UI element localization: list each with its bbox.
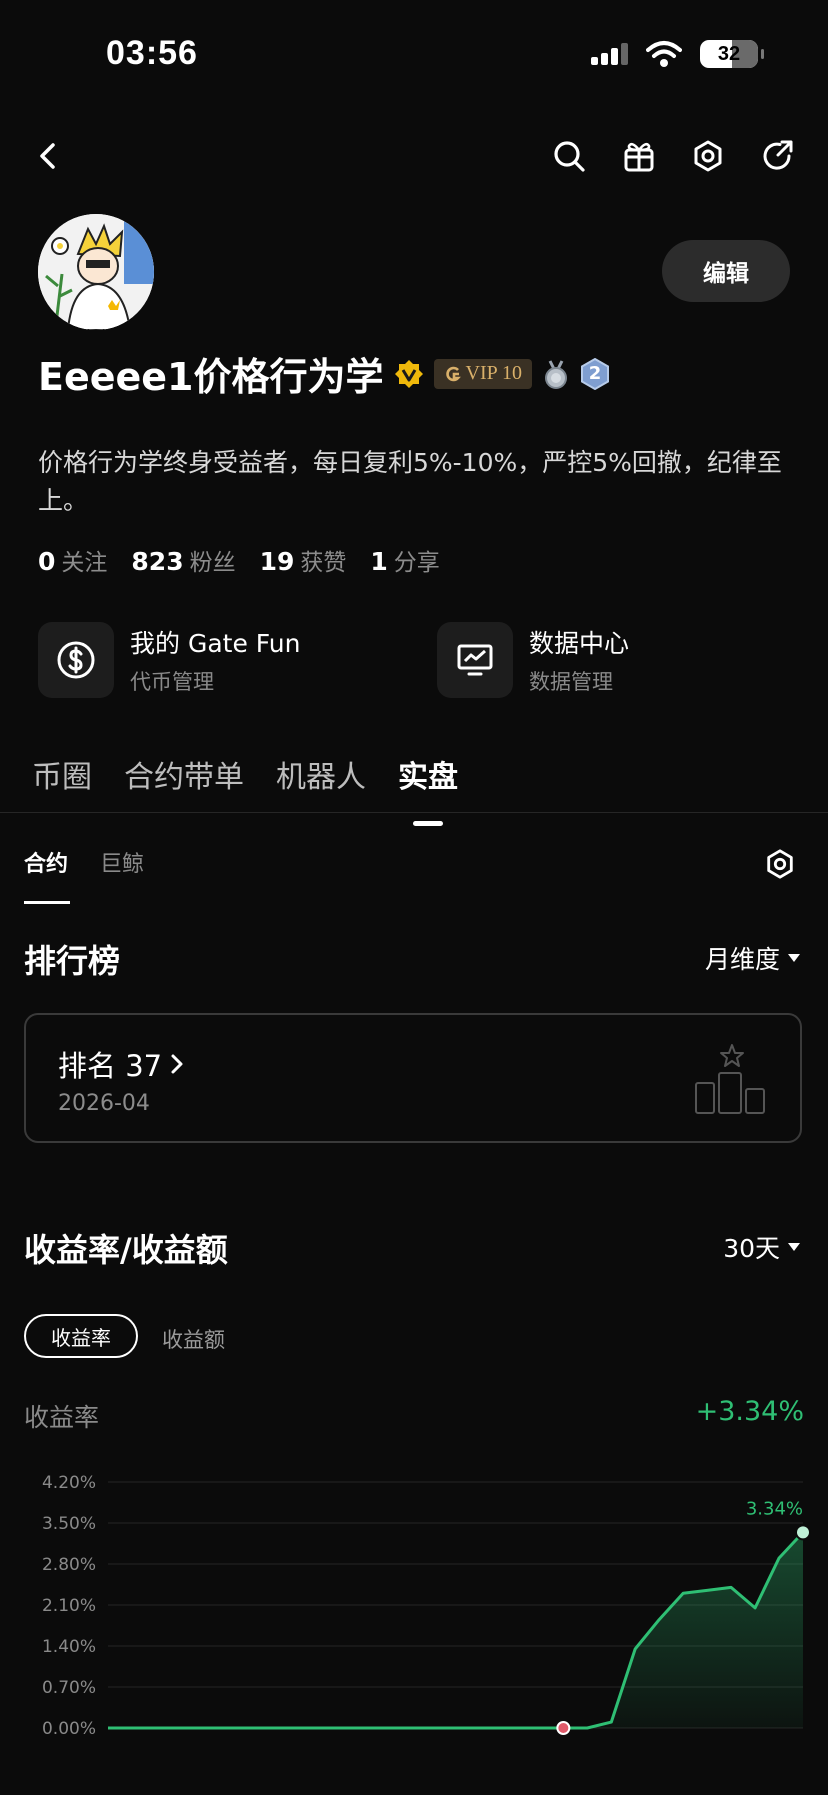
stat-shares[interactable]: 1 分享 bbox=[370, 543, 439, 577]
metric-value: +3.34% bbox=[695, 1396, 804, 1427]
end-value-label: 3.34% bbox=[746, 1498, 803, 1519]
metric-label: 收益率 bbox=[24, 1403, 100, 1432]
caret-down-icon bbox=[788, 954, 800, 962]
stat-following[interactable]: 0 关注 bbox=[38, 543, 107, 577]
y-tick-label: 0.70% bbox=[42, 1678, 96, 1698]
settings-hexagon-icon[interactable] bbox=[690, 138, 726, 174]
data-center-title: 数据中心 bbox=[529, 629, 630, 658]
vip-logo-icon bbox=[445, 366, 461, 381]
search-icon[interactable] bbox=[551, 138, 587, 174]
profile-bio: 价格行为学终身受益者，每日复利5%-10%，严控5%回撤，纪律至上。 bbox=[38, 448, 782, 515]
rank-date: 2026-04 bbox=[58, 1091, 150, 1116]
tab-copy-trading[interactable]: 合约带单 bbox=[124, 752, 244, 796]
cellular-signal-icon bbox=[591, 43, 628, 65]
rank-label: 排名 37 bbox=[58, 1049, 163, 1083]
subtab-whales[interactable]: 巨鲸 bbox=[100, 846, 144, 878]
profile-name: Eeeee1价格行为学 bbox=[38, 355, 384, 399]
verified-badge-icon bbox=[394, 359, 423, 388]
return-rate-chart: 4.20% 3.50% 2.80% 2.10% 1.40% 0.70% 0.00% 3.34% bbox=[42, 1473, 811, 1738]
profile-stats: 0 关注 823 粉丝 19 获赞 1 分享 bbox=[38, 543, 440, 577]
tabs-divider bbox=[0, 812, 828, 813]
gate-fun-entry[interactable]: 我的 Gate Fun 代币管理 bbox=[38, 622, 300, 698]
chevron-right-icon bbox=[171, 1054, 183, 1074]
gate-fun-subtitle: 代币管理 bbox=[130, 670, 214, 694]
return-area bbox=[108, 1532, 803, 1728]
data-center-subtitle: 数据管理 bbox=[529, 670, 613, 694]
wifi-icon bbox=[646, 41, 682, 67]
y-tick-label: 3.50% bbox=[42, 1514, 96, 1534]
stat-likes[interactable]: 19 获赞 bbox=[260, 543, 347, 577]
battery-indicator: 32 bbox=[700, 40, 764, 68]
y-tick-label: 2.10% bbox=[42, 1596, 96, 1616]
edit-profile-button[interactable]: 编辑 bbox=[662, 240, 790, 302]
y-tick-label: 1.40% bbox=[42, 1637, 96, 1657]
sub-tabs: 合约 巨鲸 bbox=[24, 846, 144, 904]
share-icon[interactable] bbox=[759, 138, 795, 174]
status-time: 03:56 bbox=[106, 34, 198, 72]
subtab-futures[interactable]: 合约 bbox=[24, 846, 71, 904]
medal-icon bbox=[544, 359, 567, 389]
tab-live-trading[interactable]: 实盘 bbox=[398, 752, 458, 796]
returns-title: 收益率/收益额 bbox=[24, 1231, 228, 1269]
main-tabs: 币圈 合约带单 机器人 实盘 bbox=[32, 752, 458, 796]
vip-level: VIP 10 bbox=[465, 362, 522, 384]
pill-return-rate[interactable]: 收益率 bbox=[24, 1314, 138, 1358]
gift-icon[interactable] bbox=[621, 138, 657, 174]
gate-fun-title: 我的 Gate Fun bbox=[130, 629, 301, 658]
avatar[interactable] bbox=[38, 214, 154, 330]
status-icons: 32 bbox=[591, 40, 764, 68]
filter-settings-icon[interactable] bbox=[764, 848, 796, 884]
tab-bots[interactable]: 机器人 bbox=[276, 752, 366, 796]
vip-badge: VIP 10 bbox=[433, 358, 532, 389]
rank-label-row: 排名 37 bbox=[58, 1043, 184, 1085]
returns-period-label: 30天 bbox=[723, 1234, 780, 1263]
back-icon[interactable] bbox=[30, 138, 66, 174]
dollar-icon bbox=[38, 622, 114, 698]
data-center-entry[interactable]: 数据中心 数据管理 bbox=[437, 622, 629, 698]
marker-point bbox=[556, 1721, 571, 1735]
y-tick-label: 0.00% bbox=[42, 1719, 96, 1738]
returns-period-dropdown[interactable]: 30天 bbox=[723, 1229, 800, 1265]
chart-monitor-icon bbox=[437, 622, 513, 698]
podium-icon bbox=[695, 1044, 765, 1114]
y-tick-label: 2.80% bbox=[42, 1555, 96, 1575]
tab-coin-circle[interactable]: 币圈 bbox=[32, 752, 92, 796]
y-tick-label: 4.20% bbox=[42, 1473, 96, 1493]
leaderboard-period-dropdown[interactable]: 月维度 bbox=[705, 940, 800, 976]
end-point bbox=[795, 1524, 811, 1541]
pill-return-amount[interactable]: 收益额 bbox=[162, 1324, 225, 1354]
rank-card[interactable]: 排名 37 2026-04 bbox=[24, 1013, 802, 1143]
level-badge: 2 bbox=[580, 357, 610, 390]
stat-followers[interactable]: 823 粉丝 bbox=[131, 543, 235, 577]
caret-down-icon bbox=[788, 1243, 800, 1251]
leaderboard-period-label: 月维度 bbox=[704, 945, 780, 974]
leaderboard-title: 排行榜 bbox=[24, 942, 121, 980]
profile-name-row: Eeeee1价格行为学 VIP 10 2 bbox=[38, 346, 610, 401]
